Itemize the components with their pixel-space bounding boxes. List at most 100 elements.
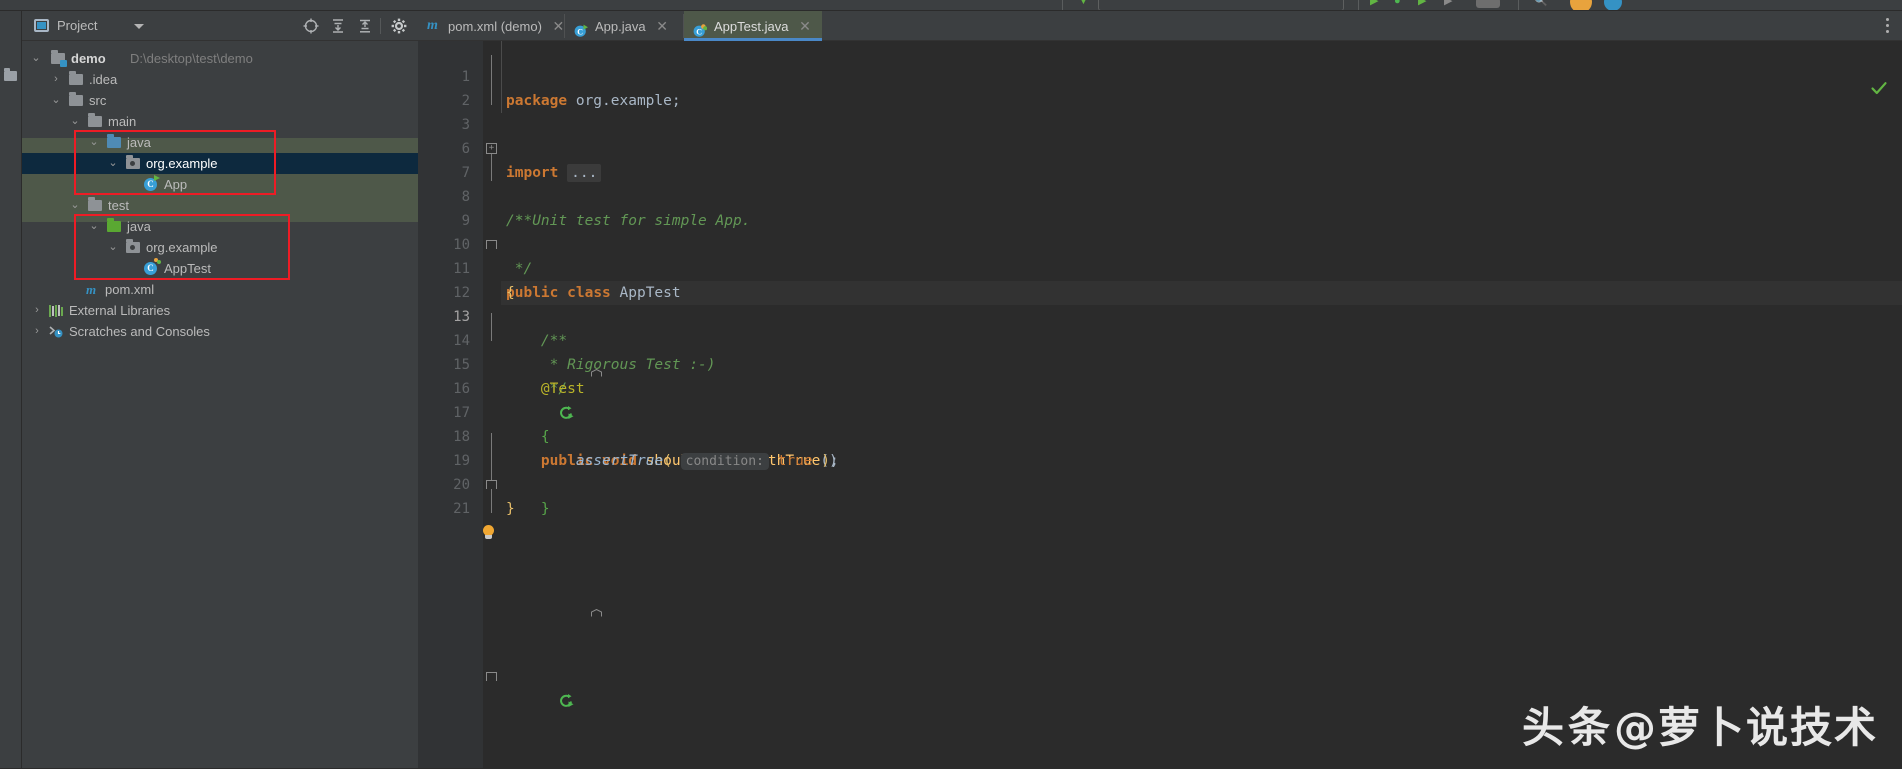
- account-avatar[interactable]: [1604, 0, 1622, 10]
- java-test-class-icon: C: [144, 258, 161, 275]
- code-line: 2: [418, 65, 1902, 109]
- chevron-down-icon[interactable]: ⌄: [108, 158, 118, 169]
- chevron-down-icon[interactable]: ⌄: [51, 95, 61, 106]
- tab-label: App.java: [595, 19, 646, 34]
- code-line: 12 /**: [418, 257, 1902, 489]
- chevron-down-icon[interactable]: ⌄: [70, 116, 80, 127]
- library-icon: [49, 305, 63, 317]
- package-icon: [126, 155, 140, 169]
- run-config-chip[interactable]: [1098, 0, 1344, 10]
- toolbar-separator: [1062, 0, 1063, 10]
- folder-icon[interactable]: [4, 68, 17, 81]
- maven-file-icon: m: [427, 18, 438, 33]
- source-root-folder-icon: [107, 134, 121, 148]
- collapse-all-icon[interactable]: [356, 17, 374, 35]
- tree-row-idea[interactable]: › .idea: [22, 69, 418, 90]
- line-content: }: [506, 501, 515, 517]
- folder-icon: [69, 92, 83, 106]
- tree-row-external-libraries[interactable]: › External Libraries: [22, 300, 418, 321]
- tab-apptest-java[interactable]: C AppTest.java ✕: [684, 11, 822, 41]
- watermark-head: 头条: [1521, 703, 1614, 752]
- tab-app-java[interactable]: C App.java ✕: [565, 11, 683, 41]
- maven-file-icon: m: [86, 282, 97, 297]
- editor-area: m pom.xml (demo) ✕ C App.java ✕ C AppTes…: [418, 11, 1902, 769]
- left-tool-strip: Project Structure: [0, 11, 22, 769]
- inspection-status-icon[interactable]: [1870, 79, 1888, 97]
- gear-icon[interactable]: [390, 17, 408, 35]
- tree-label: java: [127, 135, 151, 150]
- code-line: 8 * Unit test for simple App.: [418, 161, 1902, 229]
- stop-icon[interactable]: [1476, 0, 1500, 8]
- chevron-down-icon[interactable]: [134, 24, 144, 29]
- chevron-down-icon[interactable]: ⌄: [89, 221, 99, 232]
- run-test-gutter-icon[interactable]: [454, 669, 574, 707]
- code-lines: 1 package org.example; 2 3 + import ... …: [418, 41, 1902, 769]
- tree-row-demo[interactable]: ⌄ demo D:\desktop\test\demo: [22, 48, 418, 69]
- project-tree: ⌄ demo D:\desktop\test\demo › .idea ⌄ sr…: [22, 41, 418, 769]
- close-icon[interactable]: ✕: [656, 18, 668, 34]
- tree-row-test[interactable]: ⌄ test: [22, 195, 418, 216]
- notification-badge[interactable]: [1570, 0, 1592, 10]
- profile-icon[interactable]: ▶: [1444, 0, 1452, 7]
- chevron-down-icon[interactable]: ⌄: [89, 137, 99, 148]
- expand-all-icon[interactable]: [329, 17, 347, 35]
- chevron-right-icon[interactable]: ›: [32, 326, 42, 337]
- fold-end-icon[interactable]: [486, 577, 602, 617]
- debug-icon[interactable]: ●: [1394, 0, 1401, 7]
- fold-collapse-icon[interactable]: [486, 672, 497, 681]
- folder-icon: [88, 197, 102, 211]
- chevron-down-icon[interactable]: ⌄: [70, 200, 80, 211]
- code-editor[interactable]: 1 package org.example; 2 3 + import ... …: [418, 41, 1902, 769]
- chevron-down-icon[interactable]: ⌄: [31, 53, 41, 64]
- svg-text:C: C: [577, 27, 583, 36]
- tree-row-apptest[interactable]: C AppTest: [22, 258, 418, 279]
- tree-row-main-org-example[interactable]: ⌄ org.example: [22, 153, 418, 174]
- search-icon[interactable]: 🔍: [1534, 0, 1548, 7]
- code-line: 11 {: [418, 233, 1902, 301]
- tree-row-app[interactable]: C App: [22, 174, 418, 195]
- code-line: 3 + import ...: [418, 89, 1902, 182]
- tree-row-scratches-and-consoles[interactable]: › Scratches and Consoles: [22, 321, 418, 342]
- tree-row-pom-xml[interactable]: m pom.xml: [22, 279, 418, 300]
- folder-icon: [69, 71, 83, 85]
- more-vertical-icon[interactable]: [1886, 18, 1890, 34]
- tree-row-main-java[interactable]: ⌄ java: [22, 132, 418, 153]
- tree-label: .idea: [89, 72, 118, 87]
- tree-label: Scratches and Consoles: [69, 324, 210, 339]
- tab-pom-xml[interactable]: m pom.xml (demo) ✕: [418, 11, 564, 41]
- close-icon[interactable]: ✕: [799, 18, 811, 34]
- project-tool-window: Project ⌄ demo D:\desktop\test\demo › .i…: [22, 11, 431, 769]
- run-icon[interactable]: ▶: [1370, 0, 1378, 7]
- tree-row-main[interactable]: ⌄ main: [22, 111, 418, 132]
- scratches-icon: [49, 325, 63, 338]
- java-class-runnable-icon: C: [574, 19, 588, 37]
- tree-row-test-java[interactable]: ⌄ java: [22, 216, 418, 237]
- project-window-icon: [34, 19, 49, 32]
- tree-label: External Libraries: [69, 303, 171, 318]
- code-line: 20 }: [418, 449, 1902, 517]
- tree-row-test-org-example[interactable]: ⌄ org.example: [22, 237, 418, 258]
- select-opened-file-icon[interactable]: [302, 17, 320, 35]
- module-folder-icon: [51, 50, 67, 67]
- close-icon[interactable]: ✕: [553, 18, 565, 34]
- java-class-runnable-icon: C: [144, 175, 160, 191]
- code-line: 19 }: [418, 425, 1902, 517]
- code-line: 14 */: [418, 305, 1902, 617]
- chevron-down-icon[interactable]: ⌄: [108, 242, 118, 253]
- run-arrow-icon[interactable]: ▼: [1078, 0, 1089, 7]
- tree-label: demo: [71, 51, 106, 66]
- chevron-right-icon[interactable]: ›: [51, 74, 61, 85]
- chevron-right-icon[interactable]: ›: [32, 305, 42, 316]
- code-line: 16 public void shouldAnswerWithTrue(): [418, 353, 1902, 707]
- code-line: 10 public class AppTest: [418, 209, 1902, 419]
- tab-label: pom.xml (demo): [448, 19, 542, 34]
- code-line: 21: [418, 473, 1902, 517]
- run-with-coverage-icon[interactable]: ▶: [1418, 0, 1426, 7]
- code-line: 18 assertTrue( condition: true );: [418, 401, 1902, 470]
- tree-label: pom.xml: [105, 282, 155, 297]
- watermark-handle: @萝卜说技术: [1613, 703, 1878, 752]
- code-line: 15 @Test: [418, 329, 1902, 397]
- tree-row-src[interactable]: ⌄ src: [22, 90, 418, 111]
- tab-label: AppTest.java: [714, 19, 789, 34]
- tree-label: test: [108, 198, 129, 213]
